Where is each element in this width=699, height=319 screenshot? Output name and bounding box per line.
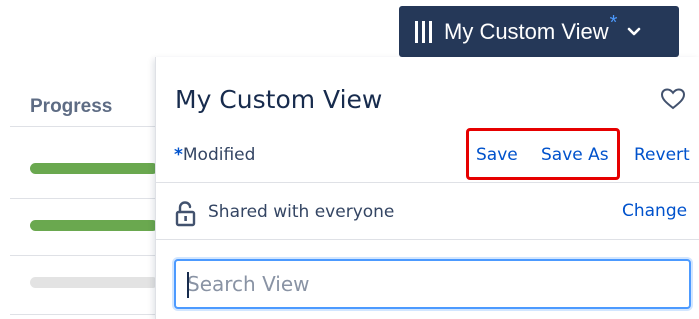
heart-icon[interactable] [660, 87, 686, 116]
save-button[interactable]: Save [476, 145, 518, 165]
lock-open-icon [175, 201, 197, 232]
progress-bar [30, 220, 158, 231]
change-sharing-link[interactable]: Change [622, 201, 687, 221]
view-switcher-label: My Custom View [444, 18, 609, 44]
panel-divider [156, 239, 699, 240]
search-view-input[interactable] [176, 261, 689, 307]
table-divider [10, 126, 160, 127]
text-caret [187, 272, 189, 298]
modified-indicator: *Modified [174, 145, 255, 165]
panel-divider [156, 182, 699, 183]
progress-bar [30, 277, 158, 288]
view-panel: My Custom View *Modified Save Save As Re… [155, 57, 699, 319]
table-divider [10, 198, 160, 199]
sharing-status: Shared with everyone [208, 202, 395, 222]
progress-column-header: Progress [30, 96, 113, 117]
modified-label: Modified [182, 145, 256, 165]
table-divider [10, 314, 160, 315]
revert-button[interactable]: Revert [634, 145, 690, 165]
columns-icon [415, 20, 432, 43]
panel-title: My Custom View [175, 85, 383, 114]
modified-star: * [609, 12, 618, 34]
chevron-down-icon [627, 27, 641, 37]
save-as-button[interactable]: Save As [541, 145, 609, 165]
search-view-field[interactable] [174, 259, 691, 309]
progress-bar [30, 163, 158, 174]
table-divider [10, 255, 160, 256]
modified-star: * [174, 145, 183, 165]
view-switcher-button[interactable]: My Custom View * [399, 6, 679, 57]
